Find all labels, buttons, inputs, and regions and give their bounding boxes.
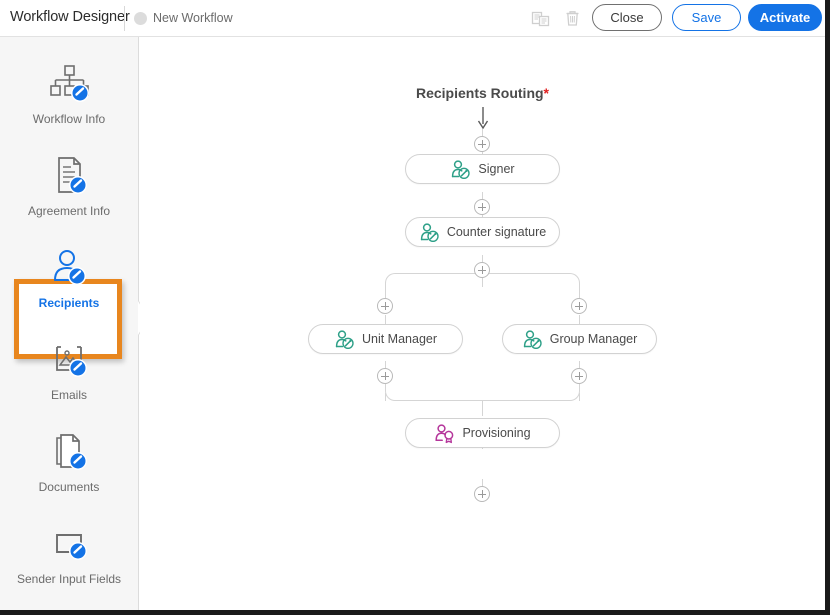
screenshot-frame: Workflow Designer New Workflow (0, 0, 830, 615)
add-step-button[interactable] (474, 136, 490, 152)
app-window: Workflow Designer New Workflow (0, 0, 825, 610)
org-chart-icon (0, 61, 138, 107)
sidebar-item-label: Documents (0, 480, 138, 494)
workflow-status-dot (134, 12, 147, 25)
sidebar-item-documents[interactable]: Documents (0, 429, 138, 494)
document-lines-icon (0, 153, 138, 199)
connector-line (482, 400, 483, 416)
sidebar: Workflow Info Agreement Info (0, 37, 139, 610)
sidebar-item-sender-input-fields[interactable]: Sender Input Fields (0, 521, 138, 586)
input-field-icon (0, 521, 138, 567)
signer-icon (450, 159, 471, 180)
sidebar-item-workflow-info[interactable]: Workflow Info (0, 61, 138, 126)
documents-stack-icon (0, 429, 138, 475)
workflow-name: New Workflow (153, 11, 233, 25)
save-button[interactable]: Save (672, 4, 741, 31)
page-title: Recipients Routing* (140, 85, 825, 101)
sidebar-item-label: Emails (0, 388, 138, 402)
workflow-step-provisioning[interactable]: Provisioning (405, 418, 560, 448)
envelope-image-icon (0, 337, 138, 383)
add-step-button[interactable] (474, 486, 490, 502)
workflow-step-group-manager[interactable]: Group Manager (502, 324, 657, 354)
app-title: Workflow Designer (10, 9, 130, 25)
flow-direction-arrow (476, 107, 490, 129)
add-step-button[interactable] (377, 298, 393, 314)
activate-button[interactable]: Activate (748, 4, 822, 31)
add-step-button[interactable] (571, 298, 587, 314)
workflow-step-counter-signature[interactable]: Counter signature (405, 217, 560, 247)
sidebar-item-label: Recipients (0, 296, 138, 310)
sidebar-item-label: Sender Input Fields (0, 572, 138, 586)
copy-icon[interactable] (530, 8, 551, 29)
step-label: Counter signature (447, 225, 546, 239)
workflow-canvas: Recipients Routing* (140, 37, 825, 610)
sidebar-item-label: Agreement Info (0, 204, 138, 218)
person-icon (0, 245, 138, 291)
add-step-button[interactable] (571, 368, 587, 384)
add-step-button[interactable] (474, 199, 490, 215)
signer-icon (334, 329, 355, 350)
branch-merge-connector (385, 384, 580, 401)
signer-icon (419, 222, 440, 243)
trash-icon[interactable] (562, 8, 583, 29)
routing-title-text: Recipients Routing (416, 85, 544, 101)
sidebar-item-emails[interactable]: Emails (0, 337, 138, 402)
required-marker: * (544, 85, 549, 101)
app-header: Workflow Designer New Workflow (0, 0, 825, 37)
provisioning-icon (434, 423, 455, 444)
add-step-button[interactable] (474, 262, 490, 278)
workflow-step-unit-manager[interactable]: Unit Manager (308, 324, 463, 354)
step-label: Group Manager (550, 332, 638, 346)
workflow-step-signer[interactable]: Signer (405, 154, 560, 184)
add-step-button[interactable] (377, 368, 393, 384)
close-button[interactable]: Close (592, 4, 662, 31)
header-divider (124, 6, 125, 31)
sidebar-item-label: Workflow Info (0, 112, 138, 126)
step-label: Signer (478, 162, 514, 176)
sidebar-item-agreement-info[interactable]: Agreement Info (0, 153, 138, 218)
step-label: Unit Manager (362, 332, 437, 346)
sidebar-item-recipients[interactable]: Recipients (0, 245, 138, 310)
signer-icon (522, 329, 543, 350)
step-label: Provisioning (462, 426, 530, 440)
